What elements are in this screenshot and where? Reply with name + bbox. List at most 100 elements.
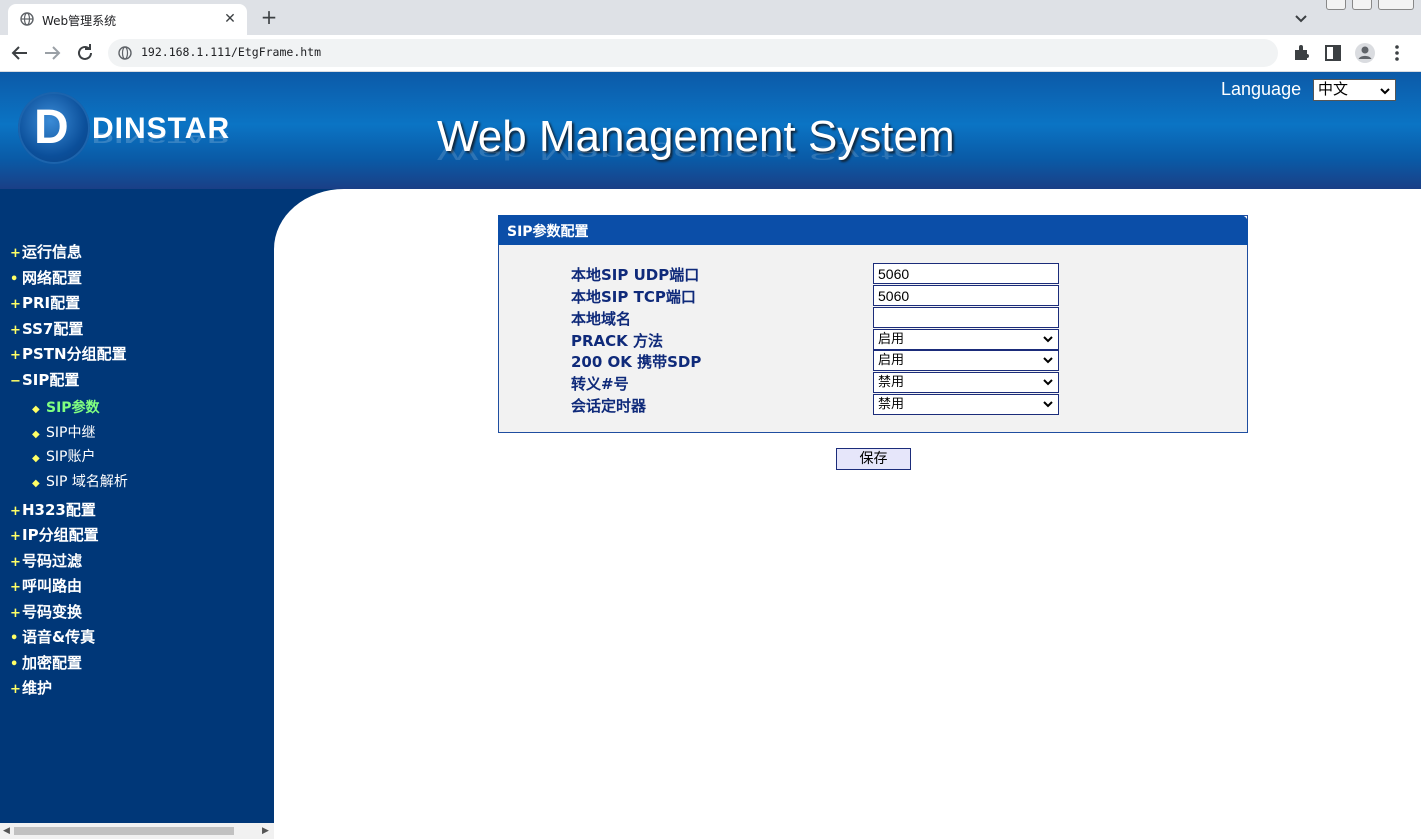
browser-tabstrip: Web管理系统 ✕ + — [0, 0, 1421, 35]
maximize-window-button[interactable] — [1352, 0, 1372, 10]
chevron-down-icon — [1043, 379, 1053, 386]
plus-icon: + — [10, 555, 21, 570]
udp-port-label: 本地SIP UDP端口 — [571, 266, 700, 284]
tab-title: Web管理系统 — [42, 14, 117, 28]
chevron-down-icon[interactable] — [1292, 9, 1310, 27]
sidebar-subitem-sip-account[interactable]: ◆ SIP账户 — [32, 446, 95, 466]
browser-toolbar: 192.168.1.111/EtgFrame.htm — [0, 35, 1421, 72]
sidebar-item-encryption[interactable]: • 加密配置 — [10, 652, 82, 673]
plus-icon: + — [10, 529, 21, 544]
local-domain-input[interactable] — [873, 307, 1059, 328]
sidebar-subitem-sip-dns[interactable]: ◆ SIP 域名解析 — [32, 471, 128, 491]
plus-icon: + — [10, 504, 21, 519]
sidebar-item-number-filter[interactable]: +号码过滤 — [10, 550, 82, 571]
prack-select[interactable]: 启用 — [873, 329, 1059, 350]
sidebar-item-label: 网络配置 — [22, 269, 83, 287]
close-window-button[interactable] — [1378, 0, 1414, 10]
plus-icon: + — [10, 246, 21, 261]
sidebar-item-ss7[interactable]: +SS7配置 — [10, 318, 83, 339]
sidebar-item-label: PRI配置 — [22, 294, 81, 312]
more-menu-icon[interactable] — [1386, 42, 1408, 64]
sidebar-item-label: PSTN分组配置 — [22, 345, 127, 363]
sidebar-item-label: 语音&传真 — [22, 628, 96, 646]
sidebar-item-ip-group[interactable]: +IP分组配置 — [10, 524, 99, 545]
sidebar-subitem-label: SIP中继 — [46, 425, 96, 441]
sidebar-subitem-sip-trunk[interactable]: ◆ SIP中继 — [32, 422, 95, 442]
scrollbar-thumb[interactable] — [14, 827, 234, 835]
globe-icon — [20, 12, 34, 26]
sidebar-item-status[interactable]: +运行信息 — [10, 241, 82, 262]
language-select[interactable]: 中文 — [1313, 79, 1396, 101]
ok-sdp-select[interactable]: 启用 — [873, 350, 1059, 371]
sidebar-item-h323[interactable]: +H323配置 — [10, 499, 96, 520]
sidebar-item-label: H323配置 — [22, 501, 96, 519]
sidebar-item-sip[interactable]: −SIP配置 — [10, 369, 79, 390]
sidebar-item-call-routing[interactable]: +呼叫路由 — [10, 575, 82, 596]
sidebar-subitem-sip-params[interactable]: ◆ SIP参数 — [32, 397, 100, 417]
sidebar-horizontal-scrollbar[interactable]: ◀ ▶ — [0, 823, 274, 839]
logo-reflection: DINSTAR — [92, 129, 231, 147]
new-tab-button[interactable]: + — [258, 6, 280, 28]
sidebar-item-label: 加密配置 — [22, 654, 83, 672]
sidebar-item-voice-fax[interactable]: • 语音&传真 — [10, 626, 95, 647]
sidebar-item-label: 运行信息 — [22, 243, 83, 261]
sidebar-item-label: 维护 — [22, 679, 53, 697]
sidebar-item-maintenance[interactable]: +维护 — [10, 677, 52, 698]
escape-hash-select[interactable]: 禁用 — [873, 372, 1059, 393]
forward-arrow-icon[interactable] — [40, 41, 64, 65]
session-timer-value: 禁用 — [878, 397, 905, 412]
plus-icon: + — [10, 682, 21, 697]
address-url: 192.168.1.111/EtgFrame.htm — [141, 45, 322, 59]
back-arrow-icon[interactable] — [8, 41, 32, 65]
language-label: Language — [1221, 79, 1302, 99]
scroll-right-icon[interactable]: ▶ — [262, 826, 269, 836]
sidebar-item-pstn-group[interactable]: +PSTN分组配置 — [10, 343, 127, 364]
panel-header: SIP参数配置 — [498, 215, 1248, 245]
reload-icon[interactable] — [73, 41, 97, 65]
prack-value: 启用 — [878, 332, 905, 347]
chevron-down-icon — [1043, 336, 1053, 343]
bullet-icon: • — [10, 631, 19, 646]
diamond-icon: ◆ — [32, 429, 40, 440]
side-panel-icon[interactable] — [1322, 42, 1344, 64]
prack-label: PRACK 方法 — [571, 332, 664, 350]
minimize-window-button[interactable] — [1326, 0, 1346, 10]
plus-icon: + — [10, 348, 21, 363]
sidebar-item-pri[interactable]: +PRI配置 — [10, 292, 80, 313]
local-domain-label: 本地域名 — [571, 310, 632, 328]
plus-icon: + — [10, 606, 21, 621]
header-banner: D DINSTAR DINSTAR Web Management System … — [0, 72, 1421, 189]
sip-params-panel: SIP参数配置 本地SIP UDP端口 本地SIP TCP端口 本地域名 PRA… — [498, 215, 1248, 433]
sidebar-item-label: SIP配置 — [22, 371, 80, 389]
chevron-down-icon — [1043, 401, 1053, 408]
language-value: 中文 — [1318, 80, 1349, 98]
chevron-down-icon — [1043, 357, 1053, 364]
scroll-left-icon[interactable]: ◀ — [3, 826, 10, 836]
save-button[interactable]: 保存 — [836, 448, 911, 470]
logo-letter: D — [34, 101, 69, 154]
content-corner — [274, 189, 414, 309]
tcp-port-label: 本地SIP TCP端口 — [571, 288, 696, 306]
site-info-icon[interactable] — [118, 46, 132, 60]
address-bar[interactable]: 192.168.1.111/EtgFrame.htm — [108, 39, 1278, 67]
session-timer-label: 会话定时器 — [571, 397, 647, 415]
sidebar-item-label: 号码过滤 — [22, 552, 83, 570]
browser-tab[interactable]: Web管理系统 ✕ — [8, 4, 247, 35]
plus-icon: + — [10, 323, 21, 338]
profile-avatar-icon[interactable] — [1354, 42, 1376, 64]
chevron-down-icon — [1380, 88, 1390, 95]
sidebar-item-label: 号码变换 — [22, 603, 83, 621]
diamond-icon: ◆ — [32, 453, 40, 464]
page-title-reflection: Web Management System — [437, 141, 955, 164]
bullet-icon: • — [10, 272, 19, 287]
ok-sdp-label: 200 OK 携带SDP — [571, 353, 702, 371]
sidebar-item-number-manipulation[interactable]: +号码变换 — [10, 601, 82, 622]
tab-close-icon[interactable]: ✕ — [221, 10, 239, 28]
sidebar-item-label: 呼叫路由 — [22, 577, 83, 595]
sidebar-item-network[interactable]: • 网络配置 — [10, 267, 82, 288]
tcp-port-input[interactable] — [873, 285, 1059, 306]
escape-hash-value: 禁用 — [878, 375, 905, 390]
extensions-icon[interactable] — [1290, 42, 1312, 64]
session-timer-select[interactable]: 禁用 — [873, 394, 1059, 415]
udp-port-input[interactable] — [873, 263, 1059, 284]
